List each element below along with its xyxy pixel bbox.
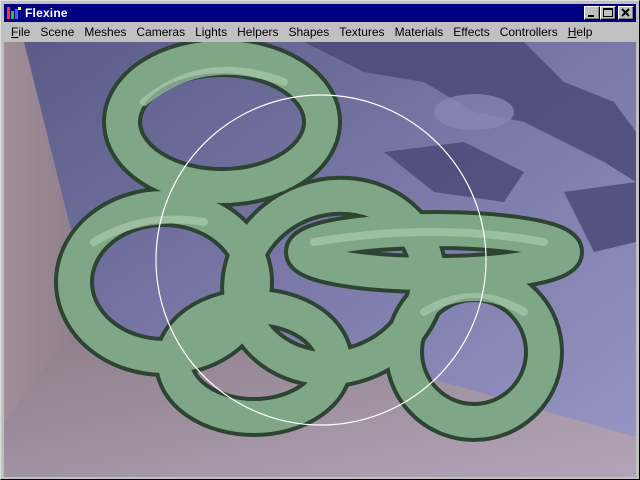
- caption-buttons: [584, 6, 634, 20]
- menu-scene[interactable]: Scene: [35, 23, 79, 42]
- 3d-viewport[interactable]: [4, 42, 636, 477]
- menu-help[interactable]: Help: [563, 23, 598, 42]
- menu-file-label: ile: [18, 25, 31, 39]
- window-title: Flexine: [25, 6, 68, 20]
- menu-lights[interactable]: Lights: [190, 23, 232, 42]
- minimize-button[interactable]: [584, 6, 600, 20]
- scene-render[interactable]: [4, 42, 636, 477]
- menu-effects[interactable]: Effects: [448, 23, 494, 42]
- menu-textures[interactable]: Textures: [334, 23, 389, 42]
- minimize-icon: [588, 15, 594, 17]
- menu-meshes[interactable]: Meshes: [79, 23, 131, 42]
- application-window: Flexine File Scene Meshes Cameras Lights…: [0, 0, 640, 480]
- maximize-icon: [603, 8, 613, 17]
- menu-helpers[interactable]: Helpers: [232, 23, 283, 42]
- menu-help-label: elp: [576, 25, 593, 39]
- menu-file[interactable]: File: [6, 23, 35, 42]
- title-bar[interactable]: Flexine: [4, 4, 636, 22]
- menu-materials[interactable]: Materials: [390, 23, 449, 42]
- menu-bar: File Scene Meshes Cameras Lights Helpers…: [4, 23, 636, 42]
- menu-cameras[interactable]: Cameras: [131, 23, 190, 42]
- menu-controllers[interactable]: Controllers: [495, 23, 563, 42]
- menu-shapes[interactable]: Shapes: [284, 23, 335, 42]
- close-button[interactable]: [618, 6, 634, 20]
- close-icon: [621, 8, 630, 17]
- flexine-app-icon[interactable]: [6, 5, 22, 21]
- maximize-button[interactable]: [600, 6, 616, 20]
